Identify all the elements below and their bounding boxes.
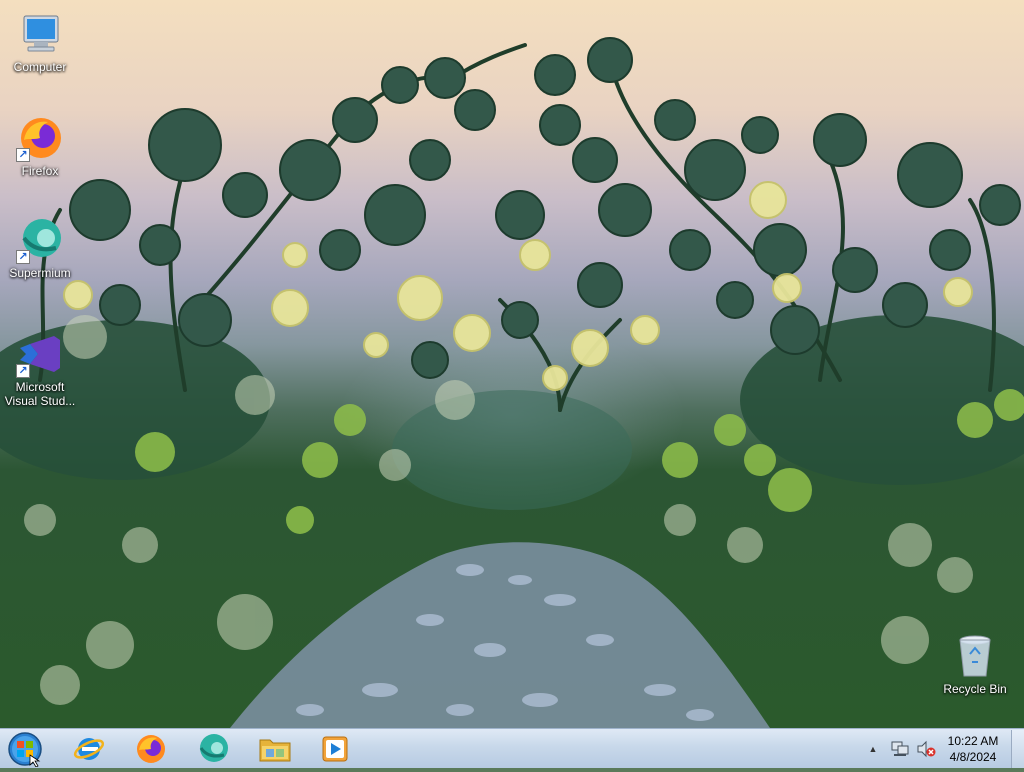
windows-start-orb-icon: [8, 732, 42, 768]
recycle-bin-icon: [951, 632, 999, 680]
desktop-icon-supermium[interactable]: ↗ Supermium: [0, 216, 80, 280]
shortcut-arrow-icon: ↗: [16, 148, 30, 162]
wallpaper-garden: [0, 37, 1024, 728]
show-hidden-icons-chevron[interactable]: ▲: [866, 744, 880, 754]
media-player-icon: [322, 736, 348, 762]
clock-time: 10:22 AM: [947, 734, 999, 748]
shortcut-arrow-icon: ↗: [16, 250, 30, 264]
network-icon[interactable]: [890, 740, 910, 758]
supermium-icon: [199, 734, 228, 762]
volume-muted-icon[interactable]: [916, 740, 936, 758]
desktop-icon-computer[interactable]: Computer: [0, 10, 80, 74]
desktop-icon-label: Microsoft Visual Stud...: [4, 380, 76, 408]
taskbar-file-explorer[interactable]: [248, 731, 302, 767]
desktop-icon-label: Recycle Bin: [943, 682, 1007, 696]
desktop-icon-label: Firefox: [21, 164, 59, 178]
internet-explorer-icon: [73, 738, 105, 760]
folder-icon: [259, 739, 291, 762]
taskbar-firefox[interactable]: [124, 731, 178, 767]
desktop-icon-recycle-bin[interactable]: Recycle Bin: [935, 632, 1015, 696]
notification-area: ▲: [866, 729, 936, 769]
desktop-icon-label: Supermium: [9, 266, 71, 280]
taskbar-media-player[interactable]: [308, 731, 362, 767]
visual-studio-icon: ↗: [16, 330, 64, 378]
taskbar-supermium[interactable]: [186, 731, 240, 767]
start-button[interactable]: [6, 731, 44, 768]
firefox-icon: ↗: [16, 114, 64, 162]
taskbar: ▲ 10:22 AM 4/8/2024: [0, 728, 1024, 768]
supermium-icon: ↗: [16, 216, 64, 264]
desktop-icon-visual-studio[interactable]: ↗ Microsoft Visual Stud...: [0, 330, 80, 408]
firefox-icon: [137, 735, 165, 763]
taskbar-clock[interactable]: 10:22 AM 4/8/2024: [940, 733, 1006, 765]
desktop-icon-label: Computer: [13, 60, 67, 74]
show-desktop-button[interactable]: [1011, 730, 1024, 768]
desktop[interactable]: Computer ↗ Firefox ↗ Supermium ↗ Microso…: [0, 0, 1024, 728]
computer-icon: [16, 10, 64, 58]
clock-date: 4/8/2024: [949, 750, 997, 764]
shortcut-arrow-icon: ↗: [16, 364, 30, 378]
taskbar-internet-explorer[interactable]: [62, 731, 116, 767]
desktop-icon-firefox[interactable]: ↗ Firefox: [0, 114, 80, 178]
